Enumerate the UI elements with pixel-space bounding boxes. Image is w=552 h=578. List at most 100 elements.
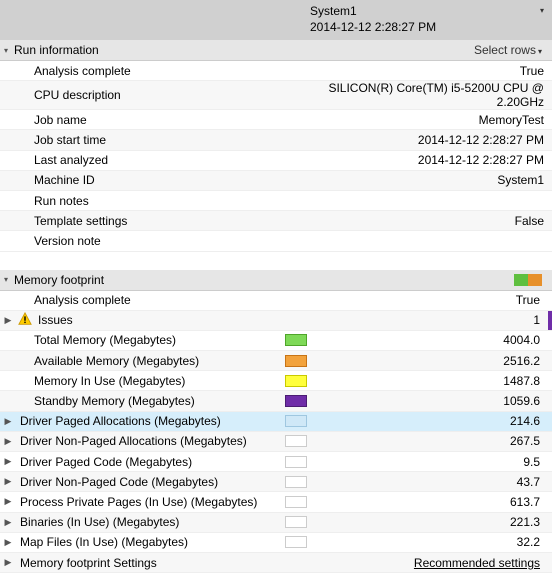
table-row[interactable]: Run notes bbox=[0, 191, 552, 211]
swatch-green-icon bbox=[285, 334, 307, 346]
row-label: Run notes bbox=[30, 192, 317, 210]
row-label: Available Memory (Megabytes) bbox=[30, 352, 285, 370]
swatch-cell bbox=[285, 476, 313, 488]
expand-icon[interactable]: ▶ bbox=[0, 315, 16, 326]
table-row[interactable]: Total Memory (Megabytes) 4004.0 bbox=[0, 331, 552, 351]
table-row[interactable]: ▶Memory footprint Settings Recommended se… bbox=[0, 553, 552, 573]
select-rows-button[interactable]: Select rows▾ bbox=[474, 43, 542, 57]
table-row[interactable]: CPU descriptionSILICON(R) Core(TM) i5-52… bbox=[0, 81, 552, 110]
row-value: 267.5 bbox=[313, 434, 548, 448]
row-value: 2516.2 bbox=[313, 354, 548, 368]
row-value: True bbox=[313, 293, 548, 307]
edge-bar bbox=[548, 291, 552, 310]
row-value: False bbox=[317, 214, 552, 228]
edge-bar bbox=[548, 331, 552, 350]
collapse-icon[interactable]: ▾ bbox=[4, 275, 12, 284]
table-row[interactable]: ▶Driver Paged Code (Megabytes)9.5 bbox=[0, 452, 552, 472]
warning-icon bbox=[16, 312, 34, 329]
row-value: 32.2 bbox=[313, 535, 548, 549]
swatch-purple-icon bbox=[285, 395, 307, 407]
table-row[interactable]: Analysis completeTrue bbox=[0, 61, 552, 81]
row-label: Memory footprint Settings bbox=[16, 554, 285, 572]
table-row[interactable]: ▶Map Files (In Use) (Megabytes)32.2 bbox=[0, 533, 552, 553]
row-label: Issues bbox=[34, 311, 285, 329]
swatch-cell bbox=[285, 496, 313, 508]
row-value[interactable]: Recommended settings bbox=[313, 556, 548, 570]
expand-icon[interactable]: ▶ bbox=[0, 456, 16, 467]
table-row[interactable]: Memory In Use (Megabytes)1487.8 bbox=[0, 371, 552, 391]
chevron-down-icon[interactable]: ▾ bbox=[540, 6, 544, 15]
section-title: Memory footprint bbox=[14, 273, 514, 287]
table-row[interactable]: Analysis complete True bbox=[0, 291, 552, 311]
row-value: 9.5 bbox=[313, 455, 548, 469]
swatch-green-icon bbox=[514, 274, 528, 286]
table-row[interactable]: Job nameMemoryTest bbox=[0, 110, 552, 130]
table-row[interactable]: Machine IDSystem1 bbox=[0, 171, 552, 191]
row-value: 43.7 bbox=[313, 475, 548, 489]
table-row[interactable]: Template settingsFalse bbox=[0, 211, 552, 231]
swatch-yellow-icon bbox=[285, 375, 307, 387]
row-value: System1 bbox=[317, 173, 552, 187]
header-time: 2014-12-12 2:28:27 PM bbox=[310, 20, 544, 34]
expand-icon[interactable]: ▶ bbox=[0, 537, 16, 548]
swatch-orange-icon bbox=[285, 355, 307, 367]
row-label: Process Private Pages (In Use) (Megabyte… bbox=[16, 493, 285, 511]
table-row[interactable]: ▶Driver Paged Allocations (Megabytes) 214… bbox=[0, 412, 552, 432]
row-value: 214.6 bbox=[313, 414, 548, 428]
section-swatches bbox=[514, 274, 542, 286]
swatch-orange-icon bbox=[528, 274, 542, 286]
expand-icon[interactable]: ▶ bbox=[0, 436, 16, 447]
row-label: Binaries (In Use) (Megabytes) bbox=[16, 513, 285, 531]
collapse-icon[interactable]: ▾ bbox=[4, 46, 12, 55]
table-row[interactable]: ▶Binaries (In Use) (Megabytes)221.3 bbox=[0, 513, 552, 533]
expand-icon[interactable]: ▶ bbox=[0, 476, 16, 487]
row-value: 4004.0 bbox=[313, 333, 548, 347]
row-label: Total Memory (Megabytes) bbox=[30, 331, 285, 349]
row-value: True bbox=[317, 64, 552, 78]
edge-bar bbox=[548, 533, 552, 552]
swatch-cell bbox=[285, 334, 313, 346]
section-run-information[interactable]: ▾ Run information Select rows▾ bbox=[0, 40, 552, 61]
edge-bar bbox=[548, 553, 552, 572]
section-memory-footprint[interactable]: ▾ Memory footprint bbox=[0, 270, 552, 291]
swatch-cell bbox=[285, 395, 313, 407]
row-value: SILICON(R) Core(TM) i5-5200U CPU @ 2.20G… bbox=[317, 81, 552, 109]
swatch-white-icon bbox=[285, 536, 307, 548]
edge-bar bbox=[548, 412, 552, 431]
row-value: 1 bbox=[313, 313, 548, 327]
edge-bar bbox=[548, 472, 552, 491]
row-value: 2014-12-12 2:28:27 PM bbox=[317, 153, 552, 167]
section-gap bbox=[0, 252, 552, 270]
table-row[interactable]: ▶Process Private Pages (In Use) (Megabyt… bbox=[0, 492, 552, 512]
edge-bar bbox=[548, 452, 552, 471]
expand-icon[interactable]: ▶ bbox=[0, 416, 16, 427]
swatch-lblue-icon bbox=[285, 415, 307, 427]
chevron-down-icon: ▾ bbox=[538, 47, 542, 56]
row-value: 1059.6 bbox=[313, 394, 548, 408]
row-label: Driver Paged Allocations (Megabytes) bbox=[16, 412, 285, 430]
table-row[interactable]: Job start time2014-12-12 2:28:27 PM bbox=[0, 130, 552, 150]
table-row[interactable]: ▶Driver Non-Paged Code (Megabytes)43.7 bbox=[0, 472, 552, 492]
edge-bar bbox=[548, 492, 552, 511]
row-label: Driver Non-Paged Allocations (Megabytes) bbox=[16, 432, 285, 450]
row-label: Last analyzed bbox=[30, 151, 317, 169]
table-row[interactable]: ▶ Issues 1 bbox=[0, 311, 552, 331]
table-row[interactable]: Available Memory (Megabytes) 2516.2 bbox=[0, 351, 552, 371]
expand-icon[interactable]: ▶ bbox=[0, 557, 16, 568]
row-label: Job name bbox=[30, 111, 317, 129]
swatch-white-icon bbox=[285, 435, 307, 447]
swatch-cell bbox=[285, 415, 313, 427]
swatch-cell bbox=[285, 516, 313, 528]
edge-bar bbox=[548, 391, 552, 410]
table-row[interactable]: Last analyzed2014-12-12 2:28:27 PM bbox=[0, 151, 552, 171]
swatch-white-icon bbox=[285, 516, 307, 528]
table-row[interactable]: Version note bbox=[0, 231, 552, 251]
expand-icon[interactable]: ▶ bbox=[0, 517, 16, 528]
row-label: Analysis complete bbox=[30, 291, 285, 309]
memory-footprint-rows: Analysis complete True ▶ Issues 1 Total Memor… bbox=[0, 291, 552, 574]
table-row[interactable]: Standby Memory (Megabytes)1059.6 bbox=[0, 391, 552, 411]
expand-icon[interactable]: ▶ bbox=[0, 496, 16, 507]
header-system: System1 bbox=[310, 4, 544, 18]
edge-bar bbox=[548, 513, 552, 532]
table-row[interactable]: ▶Driver Non-Paged Allocations (Megabytes… bbox=[0, 432, 552, 452]
